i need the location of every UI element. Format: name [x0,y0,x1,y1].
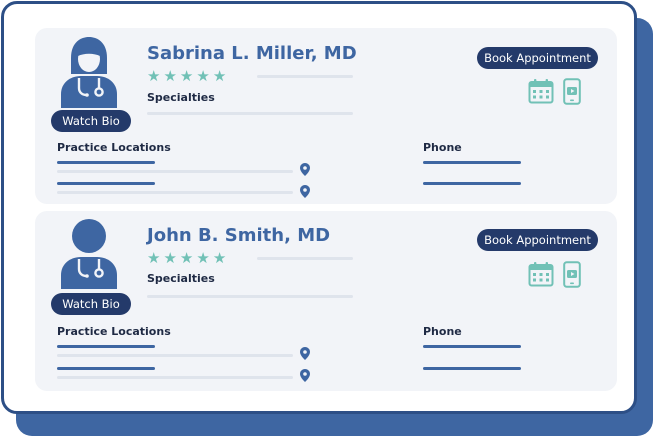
phone-number-line [423,182,521,185]
phone-label: Phone [423,325,462,338]
star-icon: ★ [212,249,227,267]
location-title-line [57,345,155,348]
video-phone-icon[interactable] [563,78,581,105]
book-appointment-button[interactable]: Book Appointment [477,229,598,251]
star-icon: ★ [179,249,194,267]
book-appointment-button[interactable]: Book Appointment [477,47,598,69]
specialties-label: Specialties [147,272,215,285]
location-title-line [57,161,155,164]
star-icon: ★ [196,67,210,85]
star-icon: ★ [147,67,161,85]
star-icon: ★ [196,249,210,267]
phone-number-line [423,345,521,348]
doctor-card: Watch Bio Sabrina L. Miller, MD ★ ★ ★ ★ … [35,28,617,204]
map-pin-icon[interactable] [300,163,310,176]
location-address-line [57,191,293,194]
star-icon: ★ [212,67,227,85]
rating-stars: ★ ★ ★ ★ ★ [147,68,226,84]
specialties-placeholder-line [147,112,353,115]
calendar-icon[interactable] [528,261,554,287]
rating-placeholder-line [257,75,353,78]
location-address-line [57,354,293,357]
specialties-label: Specialties [147,91,215,104]
doctor-name: Sabrina L. Miller, MD [147,43,357,64]
practice-locations-label: Practice Locations [57,325,171,338]
doctor-card: Watch Bio John B. Smith, MD ★ ★ ★ ★ ★ Sp… [35,211,617,391]
map-pin-icon[interactable] [300,369,310,382]
rating-placeholder-line [257,257,353,260]
female-doctor-icon [61,37,117,108]
watch-bio-button[interactable]: Watch Bio [51,110,131,132]
star-icon: ★ [147,249,161,267]
phone-number-line [423,367,521,370]
practice-locations-label: Practice Locations [57,141,171,154]
male-doctor-icon [61,219,117,289]
location-address-line [57,376,293,379]
map-pin-icon[interactable] [300,347,310,360]
doctor-name: John B. Smith, MD [147,225,331,246]
phone-label: Phone [423,141,462,154]
location-title-line [57,182,155,185]
video-phone-icon[interactable] [563,261,581,288]
rating-stars: ★ ★ ★ ★ ★ [147,250,226,266]
location-title-line [57,367,155,370]
map-pin-icon[interactable] [300,185,310,198]
calendar-icon[interactable] [528,78,554,104]
location-address-line [57,170,293,173]
doctor-directory-panel: Watch Bio Sabrina L. Miller, MD ★ ★ ★ ★ … [1,1,637,414]
specialties-placeholder-line [147,295,353,298]
phone-number-line [423,161,521,164]
watch-bio-button[interactable]: Watch Bio [51,293,131,315]
star-icon: ★ [179,67,194,85]
star-icon: ★ [163,67,177,85]
star-icon: ★ [163,249,177,267]
